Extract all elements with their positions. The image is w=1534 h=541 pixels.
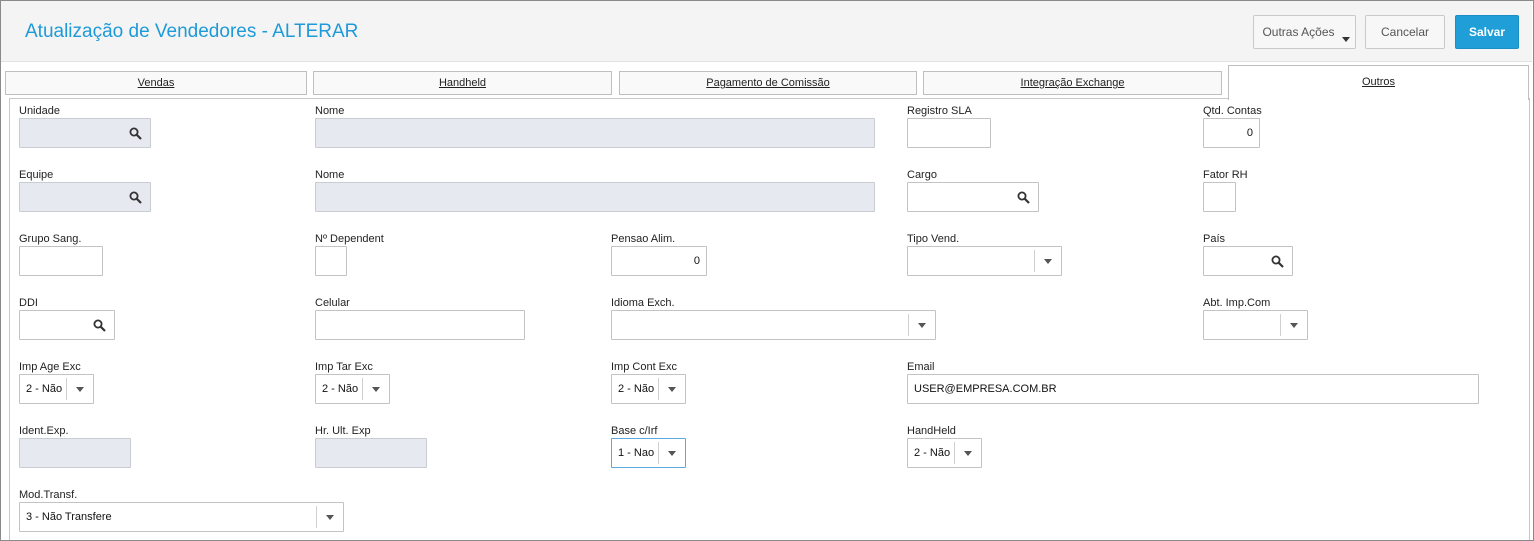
pais-label: País [1203,233,1226,245]
chevron-down-icon[interactable] [1280,314,1307,336]
imp-cont-exc-select[interactable]: 2 - Não [611,374,686,404]
registro-sla-label: Registro SLA [907,105,972,117]
abt-imp-com-label: Abt. Imp.Com [1203,297,1271,309]
other-actions-label: Outras Ações [1262,25,1335,39]
chevron-down-icon[interactable] [316,506,343,528]
tab-handheld[interactable]: Handheld [313,71,612,95]
fator-rh-input[interactable] [1203,182,1236,212]
imp-age-exc-label: Imp Age Exc [19,361,81,373]
tab-label: Integração Exchange [1020,77,1125,89]
idioma-exch-select[interactable] [611,310,936,340]
magnifier-icon[interactable] [129,127,142,140]
chevron-down-icon [1342,37,1350,42]
unidade-label: Unidade [19,105,60,117]
chevron-down-icon[interactable] [954,442,981,464]
base-c-irf-value: 1 - Nao [618,447,655,459]
magnifier-icon[interactable] [1017,191,1030,204]
ident-exp-input[interactable] [19,438,131,468]
grupo-sang-label: Grupo Sang. [19,233,82,245]
n-dependent-label: Nº Dependent [315,233,384,245]
idioma-exch-label: Idioma Exch. [611,297,675,309]
magnifier-icon[interactable] [93,319,106,332]
hr-ult-exp-input[interactable] [315,438,427,468]
handheld-label: HandHeld [907,425,956,437]
tab-integracao-exchange[interactable]: Integração Exchange [923,71,1222,95]
chevron-down-icon[interactable] [908,314,935,336]
ident-exp-label: Ident.Exp. [19,425,69,437]
mod-transf-label: Mod.Transf. [19,489,78,501]
chevron-down-icon[interactable] [658,442,685,464]
registro-sla-input[interactable] [907,118,991,148]
magnifier-icon[interactable] [129,191,142,204]
equipe-label: Equipe [19,169,54,181]
pensao-alim-input[interactable]: 0 [611,246,707,276]
base-c-irf-label: Base c/Irf [611,425,658,437]
celular-label: Celular [315,297,350,309]
fator-rh-label: Fator RH [1203,169,1248,181]
chevron-down-icon[interactable] [658,378,685,400]
pensao-alim-label: Pensao Alim. [611,233,676,245]
tab-outros[interactable]: Outros [1228,65,1529,100]
imp-age-exc-select[interactable]: 2 - Não [19,374,94,404]
imp-cont-exc-label: Imp Cont Exc [611,361,678,373]
tab-label: Pagamento de Comissão [706,77,830,89]
mod-transf-value: 3 - Não Transfere [26,511,112,523]
ddi-label: DDI [19,297,38,309]
pais-input[interactable] [1203,246,1293,276]
qtd-contas-label: Qtd. Contas [1203,105,1262,117]
tab-vendas[interactable]: Vendas [5,71,307,95]
tipo-vend-label: Tipo Vend. [907,233,960,245]
nome2-label: Nome [315,169,345,181]
tab-label: Outros [1361,76,1395,88]
cargo-label: Cargo [907,169,937,181]
tab-pagamento-de-comissao[interactable]: Pagamento de Comissão [619,71,917,95]
magnifier-icon[interactable] [1271,255,1284,268]
handheld-select[interactable]: 2 - Não [907,438,982,468]
ddi-input[interactable] [19,310,115,340]
grupo-sang-input[interactable] [19,246,103,276]
chevron-down-icon[interactable] [66,378,93,400]
equipe-input[interactable] [19,182,151,212]
nome2-input[interactable] [315,182,875,212]
nome1-input[interactable] [315,118,875,148]
imp-tar-exc-select[interactable]: 2 - Não [315,374,390,404]
chevron-down-icon[interactable] [1034,250,1061,272]
email-label: Email [907,361,935,373]
unidade-input[interactable] [19,118,151,148]
page-header: Atualização de Vendedores - ALTERAR Outr… [1,1,1532,62]
hr-ult-exp-label: Hr. Ult. Exp [315,425,371,437]
base-c-irf-select[interactable]: 1 - Nao [611,438,686,468]
imp-age-exc-value: 2 - Não [26,383,63,395]
imp-cont-exc-value: 2 - Não [618,383,655,395]
tab-label: Vendas [137,77,175,89]
qtd-contas-input[interactable]: 0 [1203,118,1260,148]
imp-tar-exc-value: 2 - Não [322,383,359,395]
cargo-input[interactable] [907,182,1039,212]
other-actions-button[interactable]: Outras Ações [1253,15,1356,49]
page-title: Atualização de Vendedores - ALTERAR [25,21,359,42]
imp-tar-exc-label: Imp Tar Exc [315,361,373,373]
tipo-vend-select[interactable] [907,246,1062,276]
tab-label: Handheld [438,77,487,89]
cancel-button[interactable]: Cancelar [1365,15,1445,49]
handheld-value: 2 - Não [914,447,951,459]
chevron-down-icon[interactable] [362,378,389,400]
mod-transf-select[interactable]: 3 - Não Transfere [19,502,344,532]
nome1-label: Nome [315,105,345,117]
celular-input[interactable] [315,310,525,340]
n-dependent-input[interactable] [315,246,347,276]
save-button[interactable]: Salvar [1455,15,1519,49]
abt-imp-com-select[interactable] [1203,310,1308,340]
email-input[interactable]: USER@EMPRESA.COM.BR [907,374,1479,404]
